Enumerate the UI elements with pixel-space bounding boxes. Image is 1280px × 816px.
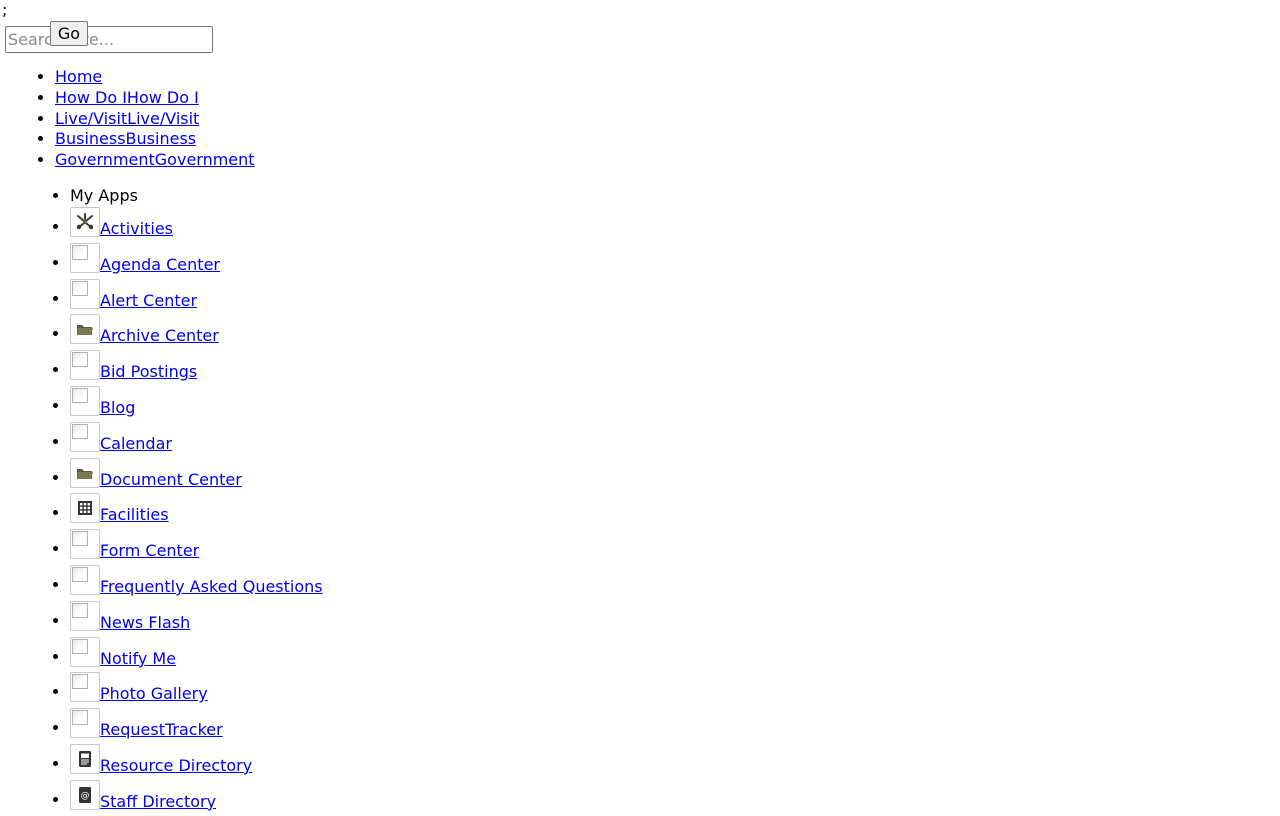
app-link-document-center[interactable]: Document Center <box>100 470 242 489</box>
app-link-alert-center[interactable]: Alert Center <box>100 291 197 310</box>
building-icon[interactable] <box>70 493 100 524</box>
app-link-agenda-center[interactable]: Agenda Center <box>100 255 220 274</box>
app-item-resource-directory: Resource Directory <box>70 743 323 780</box>
search-input[interactable] <box>5 26 213 53</box>
app-item-agenda-center: Agenda Center <box>70 242 323 279</box>
stray-semicolon: ; <box>2 0 8 19</box>
nav-link-business[interactable]: BusinessBusiness <box>55 129 196 148</box>
app-link-blog[interactable]: Blog <box>100 398 135 417</box>
app-item-activities: Activities <box>70 207 323 243</box>
app-item-document-center: Document Center <box>70 457 323 494</box>
app-item-photo-gallery: Photo Gallery <box>70 672 323 708</box>
nav-link-how-do-i[interactable]: How Do IHow Do I <box>55 88 199 107</box>
nav-link-government[interactable]: GovernmentGovernment <box>55 150 255 169</box>
app-item-alert-center: Alert Center <box>70 278 323 315</box>
app-item-archive-center: Archive Center <box>70 314 323 350</box>
search-form: Go <box>5 21 265 55</box>
svg-text:@: @ <box>81 791 90 801</box>
broken-image-icon[interactable] <box>70 564 100 595</box>
broken-image-icon[interactable] <box>70 529 100 560</box>
activities-icon[interactable] <box>70 207 100 237</box>
app-item-frequently-asked-questions: Frequently Asked Questions <box>70 564 323 601</box>
app-item-notify-me: Notify Me <box>70 636 323 673</box>
app-item-blog: Blog <box>70 385 323 422</box>
app-link-news-flash[interactable]: News Flash <box>100 613 190 632</box>
app-item-staff-directory: @ Staff Directory <box>70 779 323 816</box>
nav-item-government: GovernmentGovernment <box>55 149 255 170</box>
app-link-notify-me[interactable]: Notify Me <box>100 649 176 668</box>
broken-image-icon[interactable] <box>70 242 100 273</box>
app-link-archive-center[interactable]: Archive Center <box>100 326 219 345</box>
contact-card-icon[interactable]: @ <box>70 779 100 810</box>
nav-link-live-visit[interactable]: Live/VisitLive/Visit <box>55 109 199 128</box>
go-button[interactable]: Go <box>50 21 88 46</box>
main-nav: Home How Do IHow Do I Live/VisitLive/Vis… <box>0 66 255 170</box>
broken-image-icon[interactable] <box>70 278 100 309</box>
app-link-bid-postings[interactable]: Bid Postings <box>100 362 197 381</box>
broken-image-icon[interactable] <box>70 350 100 381</box>
app-item-calendar: Calendar <box>70 421 323 458</box>
app-item-news-flash: News Flash <box>70 600 323 637</box>
app-link-resource-directory[interactable]: Resource Directory <box>100 756 252 775</box>
nav-item-home: Home <box>55 66 255 87</box>
app-link-activities[interactable]: Activities <box>100 219 173 238</box>
my-apps-heading: My Apps <box>70 185 323 207</box>
app-item-requesttracker: RequestTracker <box>70 708 323 744</box>
nav-item-business: BusinessBusiness <box>55 128 255 149</box>
folder-icon[interactable] <box>70 457 100 488</box>
app-item-bid-postings: Bid Postings <box>70 350 323 386</box>
folder-icon[interactable] <box>70 314 100 345</box>
app-link-photo-gallery[interactable]: Photo Gallery <box>100 684 208 703</box>
nav-link-home[interactable]: Home <box>55 67 102 86</box>
app-link-requesttracker[interactable]: RequestTracker <box>100 720 223 739</box>
app-link-facilities[interactable]: Facilities <box>100 505 169 524</box>
broken-image-icon[interactable] <box>70 385 100 416</box>
broken-image-icon[interactable] <box>70 600 100 631</box>
app-link-staff-directory[interactable]: Staff Directory <box>100 792 216 811</box>
nav-item-how-do-i: How Do IHow Do I <box>55 87 255 108</box>
app-item-facilities: Facilities <box>70 493 323 529</box>
app-item-form-center: Form Center <box>70 529 323 565</box>
broken-image-icon[interactable] <box>70 672 100 703</box>
app-link-form-center[interactable]: Form Center <box>100 541 199 560</box>
app-link-calendar[interactable]: Calendar <box>100 434 172 453</box>
my-apps-list: My Apps Activities Agenda Center Alert Cen… <box>0 185 323 816</box>
app-link-frequently-asked-questions[interactable]: Frequently Asked Questions <box>100 577 323 596</box>
nav-item-live-visit: Live/VisitLive/Visit <box>55 108 255 129</box>
broken-image-icon[interactable] <box>70 421 100 452</box>
broken-image-icon[interactable] <box>70 708 100 739</box>
broken-image-icon[interactable] <box>70 636 100 667</box>
address-book-icon[interactable] <box>70 743 100 774</box>
